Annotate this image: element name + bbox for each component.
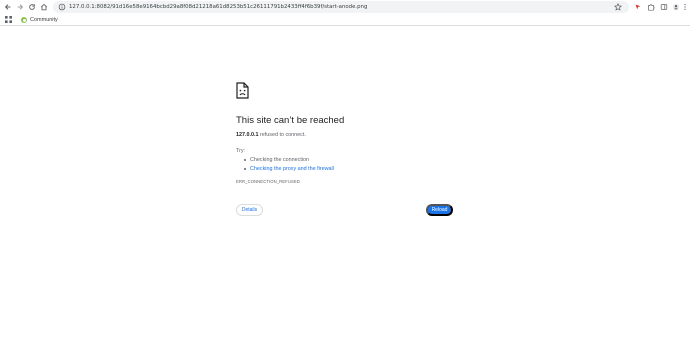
back-button[interactable] [3,2,13,12]
error-summary-text: refused to connect. [258,132,306,138]
details-button[interactable]: Details [236,204,263,216]
try-label: Try: [236,148,246,154]
bookmark-label: Community [30,17,58,23]
bookmark-star-icon[interactable] [614,3,622,11]
home-icon [40,3,48,11]
reload-page-button[interactable]: Reload [426,204,453,216]
back-arrow-icon [4,4,11,10]
community-favicon [21,17,27,23]
site-info-icon[interactable] [58,3,66,11]
error-summary: 127.0.0.1 refused to connect. [236,132,306,138]
profile-avatar-icon[interactable] [672,3,680,11]
url-text[interactable]: 127.0.0.1:8082/91d16e58e9164bcbd29a8f08d… [69,2,367,12]
extension-red-icon[interactable] [634,3,642,11]
suggestion-check-connection: Checking the connection [244,156,334,165]
sad-document-icon [236,82,249,99]
menu-kebab-icon[interactable] [682,3,688,11]
home-button[interactable] [39,2,49,12]
bookmark-community[interactable]: Community [21,15,58,25]
error-code: ERR_CONNECTION_REFUSED [236,179,300,184]
side-panel-icon[interactable] [660,3,668,11]
suggestion-check-proxy-link[interactable]: Checking the proxy and the firewall [244,165,334,174]
error-host: 127.0.0.1 [236,132,259,138]
suggestions-list: Checking the connection Checking the pro… [244,156,334,174]
address-bar[interactable]: 127.0.0.1:8082/91d16e58e9164bcbd29a8f08d… [53,1,629,13]
apps-grid-icon[interactable] [5,16,12,23]
error-headline: This site can’t be reached [236,115,345,126]
reload-icon [29,4,35,10]
reload-button[interactable] [27,2,37,12]
forward-arrow-icon [17,4,24,10]
browser-toolbar: 127.0.0.1:8082/91d16e58e9164bcbd29a8f08d… [0,0,690,14]
extensions-puzzle-icon[interactable] [647,3,655,11]
bookmarks-bar: Community [0,14,690,26]
forward-button[interactable] [15,2,25,12]
